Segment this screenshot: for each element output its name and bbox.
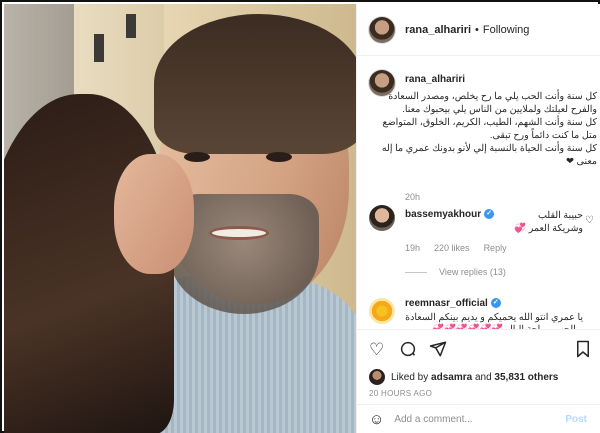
man-eye-left: [184, 152, 210, 162]
caption-username[interactable]: rana_alhariri: [405, 74, 465, 85]
add-comment-bar: ☺ Add a comment... Post: [357, 404, 600, 433]
likes-count[interactable]: 35,831 others: [494, 372, 558, 383]
caption-time[interactable]: 20h: [405, 192, 420, 202]
action-bar: ♡: [357, 329, 600, 369]
comment-avatar[interactable]: [369, 205, 395, 231]
separator-dot: •: [475, 23, 479, 36]
comment-likes[interactable]: 220 likes: [434, 243, 470, 253]
comment-input[interactable]: Add a comment...: [394, 414, 565, 425]
post-photo[interactable]: [4, 4, 356, 433]
comment-icon[interactable]: [399, 340, 417, 363]
heart-icon[interactable]: ♡: [369, 340, 384, 360]
share-icon[interactable]: [429, 340, 447, 363]
verified-badge-icon: ✓: [490, 298, 501, 309]
comments-section[interactable]: rana_alhariri كل سنة وأنت الحب يلي ما رح…: [357, 56, 600, 329]
comment-meta: 19h 220 likes Reply: [405, 243, 507, 253]
man-hair: [154, 14, 356, 154]
post-time-ago[interactable]: 20 HOURS AGO: [369, 389, 432, 398]
author-username[interactable]: rana_alhariri: [405, 24, 471, 36]
comment-like-heart-icon[interactable]: ♡: [585, 215, 594, 226]
view-replies-label[interactable]: View replies (13): [439, 267, 506, 277]
replies-divider: [405, 271, 427, 273]
author-avatar[interactable]: [369, 16, 395, 43]
verified-badge-icon: ✓: [484, 209, 495, 220]
comment-text: يا عمري انتو الله يحميكم و يديم بينكم ال…: [405, 312, 583, 329]
comment-avatar[interactable]: [369, 298, 395, 324]
woman-face: [114, 154, 194, 274]
likes-prefix: Liked by: [391, 371, 429, 383]
following-button[interactable]: Following: [483, 24, 529, 36]
post-window: rana_alhariri • Following rana_alhariri …: [0, 0, 600, 433]
liker-username[interactable]: adsamra: [431, 372, 472, 383]
likes-and: and: [474, 371, 492, 383]
emoji-icon[interactable]: ☺: [369, 411, 384, 428]
post-side-panel: rana_alhariri • Following rana_alhariri …: [356, 4, 600, 433]
comment-text: حبيبة القلب وشريكة العمر 💞: [514, 210, 583, 234]
post-button[interactable]: Post: [565, 414, 587, 425]
man-eye-right: [266, 152, 292, 162]
liker-avatar[interactable]: [369, 369, 385, 385]
comment-time[interactable]: 19h: [405, 243, 420, 253]
likes-line: Liked by adsamra and 35,831 others: [369, 369, 600, 385]
reply-button[interactable]: Reply: [484, 243, 507, 253]
comment-username[interactable]: bassemyakhour: [405, 209, 481, 220]
man-smile: [209, 226, 269, 240]
view-replies[interactable]: View replies (13): [405, 267, 506, 277]
comment-username[interactable]: reemnasr_official: [405, 298, 488, 309]
bookmark-icon[interactable]: [575, 340, 591, 363]
post-header: rana_alhariri • Following: [357, 4, 600, 56]
caption-text: كل سنة وأنت الحب يلي ما رح يخلص، ومصدر ا…: [381, 91, 597, 167]
